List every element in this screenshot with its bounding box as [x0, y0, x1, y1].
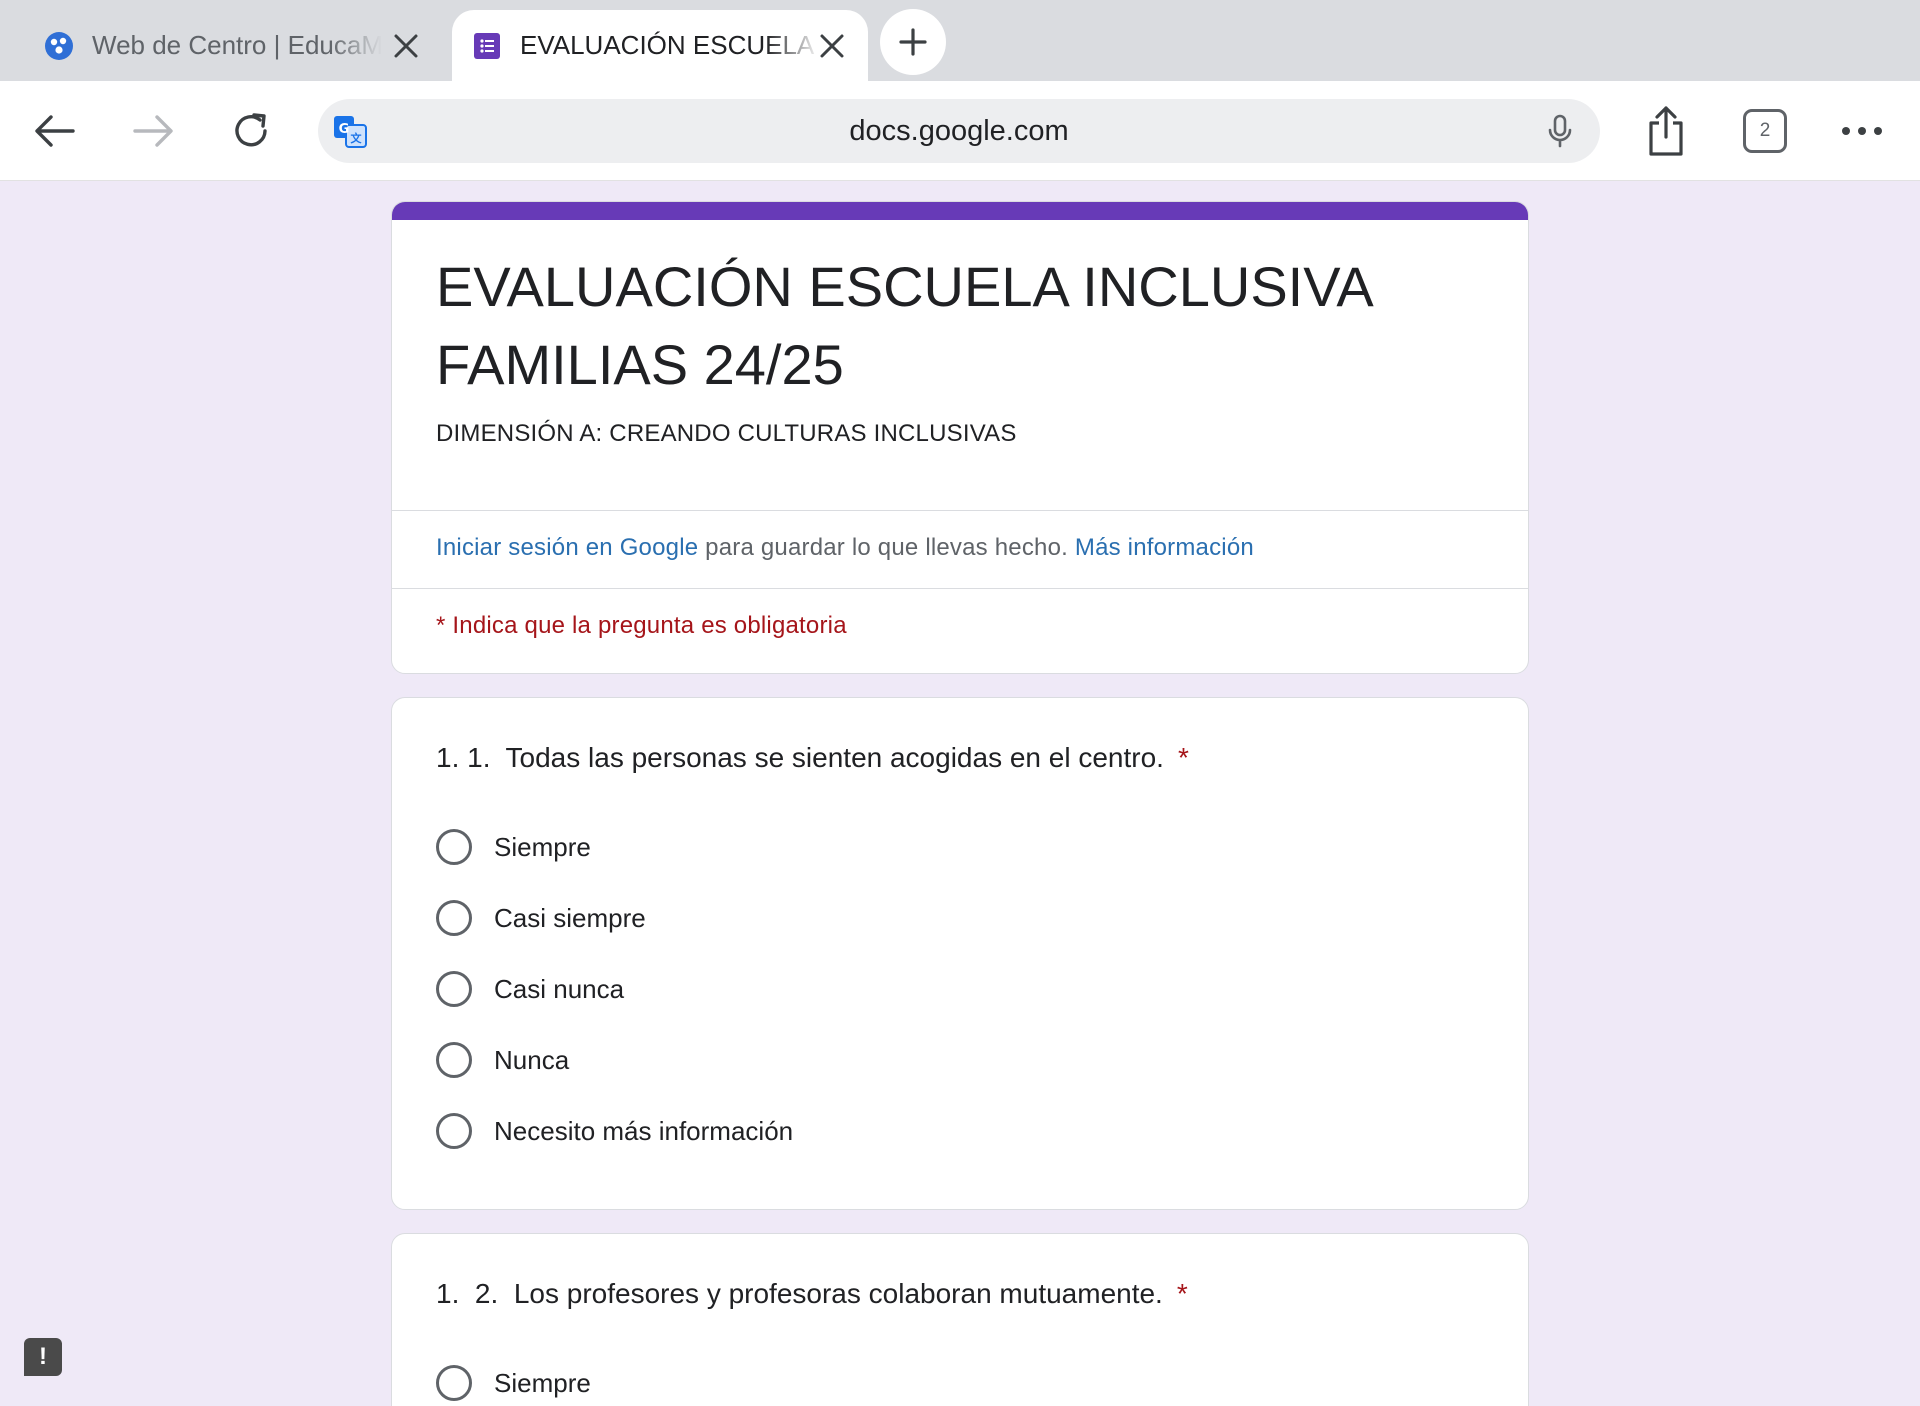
option-label: Siempre	[494, 831, 591, 862]
form-title: EVALUACIÓN ESCUELA INCLUSIVA FAMILIAS 24…	[436, 255, 1371, 396]
signin-notice: Iniciar sesión en Google para guardar lo…	[436, 534, 1254, 562]
report-feedback-button[interactable]: !	[24, 1338, 62, 1376]
question-title: 1. 2. Los profesores y profesoras colabo…	[436, 1278, 1188, 1310]
radio-option[interactable]: Nunca	[436, 1040, 569, 1080]
radio-option[interactable]: Necesito más información	[436, 1111, 793, 1151]
required-note: * Indica que la pregunta es obligatoria	[436, 612, 847, 639]
radio-option[interactable]: Casi nunca	[436, 969, 624, 1009]
arrow-right-icon	[133, 115, 173, 147]
question-text: 1. 1. Todas las personas se sienten acog…	[436, 742, 1164, 773]
new-tab-button[interactable]	[880, 9, 946, 75]
option-label: Necesito más información	[494, 1115, 794, 1146]
arrow-left-icon	[35, 115, 75, 147]
close-tab-icon[interactable]	[818, 32, 846, 60]
address-bar[interactable]: G 文 docs.google.com	[318, 99, 1600, 163]
tab-form[interactable]: EVALUACIÓN ESCUELA INCLUSIVA FAMILIAS 24…	[452, 10, 868, 81]
divider	[392, 588, 1528, 589]
educamadrid-icon	[44, 31, 74, 61]
tab-title: EVALUACIÓN ESCUELA INCLUSIVA FAMILIAS 24…	[520, 30, 820, 60]
radio-button[interactable]	[436, 971, 472, 1007]
radio-option[interactable]: Casi siempre	[436, 898, 646, 938]
back-button[interactable]	[30, 109, 80, 153]
form-header-card: EVALUACIÓN ESCUELA INCLUSIVA FAMILIAS 24…	[391, 201, 1529, 674]
question-title: 1. 1. Todas las personas se sienten acog…	[436, 742, 1189, 774]
microphone-icon[interactable]	[1542, 113, 1578, 149]
share-button[interactable]	[1642, 103, 1690, 159]
form-description: DIMENSIÓN A: CREANDO CULTURAS INCLUSIVAS	[436, 420, 1017, 447]
reload-button[interactable]	[226, 107, 276, 155]
radio-option[interactable]: Siempre	[436, 827, 591, 867]
reload-icon	[235, 113, 267, 147]
option-label: Casi nunca	[494, 973, 625, 1004]
share-icon	[1649, 106, 1683, 156]
more-dots-icon	[1842, 127, 1882, 135]
signin-link[interactable]: Iniciar sesión en Google	[436, 534, 698, 561]
option-label: Casi siempre	[494, 902, 646, 933]
divider	[392, 510, 1528, 511]
radio-button[interactable]	[436, 1113, 472, 1149]
tab-switcher-button[interactable]: 2	[1743, 109, 1787, 153]
radio-button[interactable]	[436, 829, 472, 865]
more-info-link[interactable]: Más información	[1075, 534, 1254, 561]
more-menu-button[interactable]	[1838, 117, 1886, 145]
radio-button[interactable]	[436, 1042, 472, 1078]
theme-accent-bar	[392, 202, 1528, 220]
question-card: 1. 2. Los profesores y profesoras colabo…	[391, 1233, 1529, 1406]
question-card: 1. 1. Todas las personas se sienten acog…	[391, 697, 1529, 1210]
required-asterisk: *	[1177, 742, 1189, 773]
tab-educamadrid[interactable]: Web de Centro | EducaMadrid	[0, 10, 448, 81]
url-text: docs.google.com	[849, 115, 1069, 147]
plus-icon	[899, 28, 927, 56]
required-asterisk: *	[1176, 1278, 1188, 1309]
option-label: Siempre	[494, 1367, 591, 1398]
radio-option[interactable]: Siempre	[436, 1363, 591, 1403]
signin-text: para guardar lo que llevas hecho.	[698, 534, 1075, 561]
option-label: Nunca	[494, 1044, 570, 1075]
tab-strip: Web de Centro | EducaMadrid EVALUACIÓN E…	[0, 0, 1920, 81]
forward-button[interactable]	[128, 109, 178, 153]
tab-title: Web de Centro | EducaMadrid	[92, 30, 382, 60]
close-tab-icon[interactable]	[392, 32, 420, 60]
browser-toolbar: G 文 docs.google.com 2	[0, 81, 1920, 181]
radio-button[interactable]	[436, 900, 472, 936]
question-text: 1. 2. Los profesores y profesoras colabo…	[436, 1278, 1163, 1309]
google-forms-icon	[472, 31, 502, 61]
radio-button[interactable]	[436, 1365, 472, 1401]
